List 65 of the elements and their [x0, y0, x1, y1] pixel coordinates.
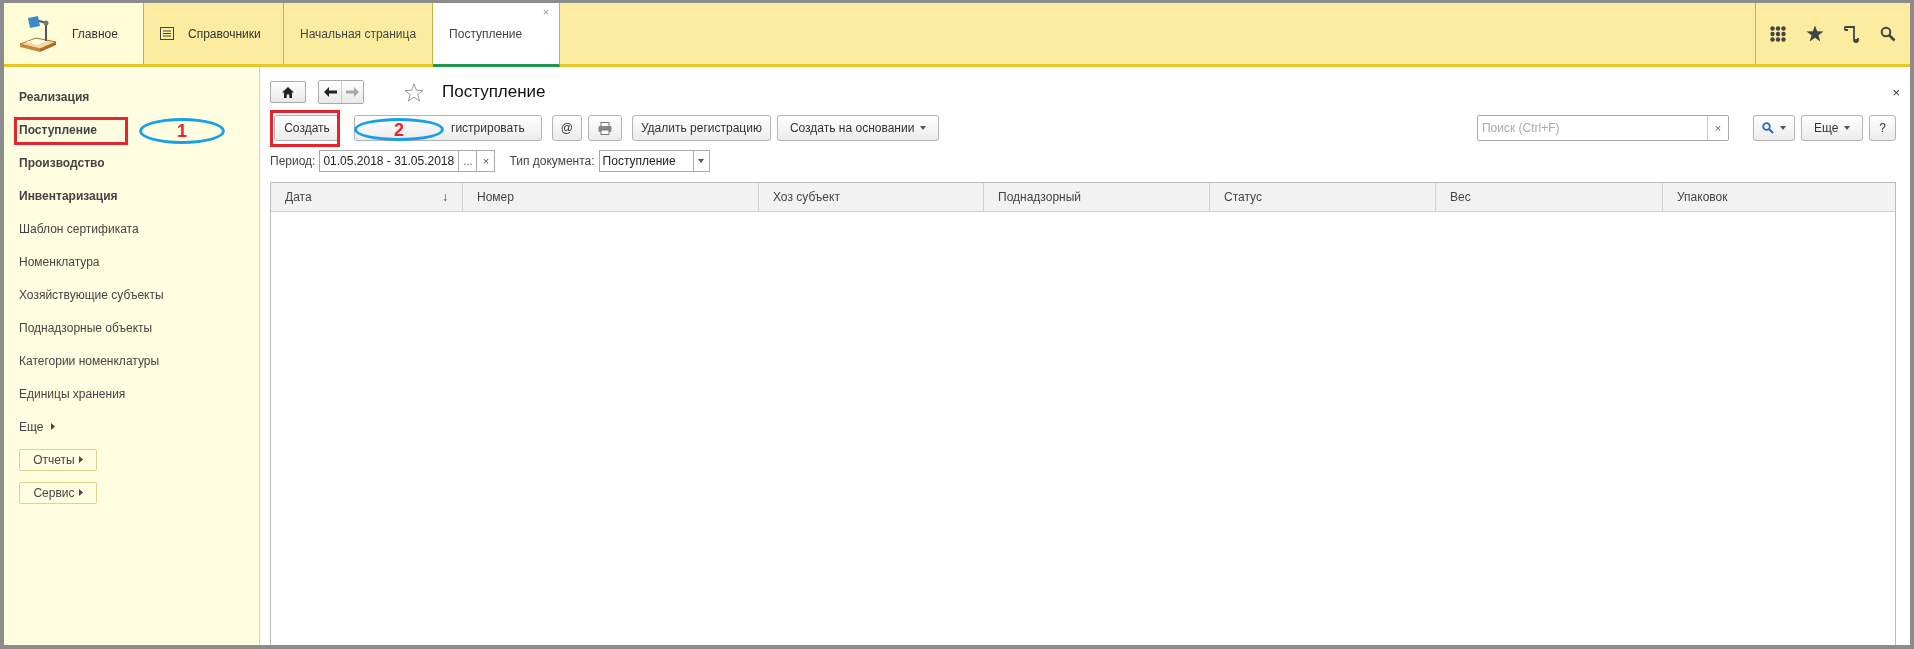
column-header[interactable]: Упаковок — [1677, 190, 1728, 204]
dropdown-icon — [1844, 126, 1851, 130]
caret-icon — [78, 456, 83, 463]
sidebar-item[interactable]: Реализация — [19, 89, 90, 104]
search-icon — [1761, 122, 1774, 134]
help-button[interactable]: ? — [1869, 115, 1896, 141]
sidebar-item[interactable]: Шаблон сертификата — [19, 221, 139, 236]
caret-icon — [51, 423, 56, 430]
caret-icon — [78, 489, 83, 496]
document-type-field[interactable]: Поступление — [598, 150, 694, 172]
back-arrow-icon — [323, 87, 337, 97]
search-field[interactable]: Поиск (Ctrl+F) × — [1476, 115, 1729, 141]
period-label: Период: — [270, 154, 316, 168]
search-icon[interactable] — [1880, 25, 1896, 42]
document-type-label: Тип документа: — [509, 154, 595, 168]
sort-icon[interactable]: ↓ — [442, 190, 448, 204]
sidebar-item[interactable]: Поднадзорные объекты — [19, 320, 153, 335]
back-button[interactable] — [319, 81, 341, 103]
toolbar-button[interactable]: Удалить регистрацию — [631, 115, 771, 141]
select-button[interactable]: ... — [459, 150, 478, 172]
period-field[interactable]: 01.05.2018 - 31.05.2018 — [319, 150, 460, 172]
printer-icon — [597, 121, 612, 135]
more-button[interactable]: Еще — [1800, 115, 1864, 141]
sidebar-button[interactable]: Сервис — [19, 481, 97, 504]
column-header[interactable]: Номер — [477, 190, 514, 204]
print-button[interactable] — [587, 115, 622, 141]
sidebar-button[interactable]: Отчеты — [19, 448, 97, 471]
column-header[interactable]: Статус — [1224, 190, 1262, 204]
column-header[interactable]: Хоз субъект — [773, 190, 840, 204]
tab[interactable]: Поступление × — [433, 3, 561, 67]
callout-badge: 1 — [139, 118, 225, 144]
sidebar-item[interactable]: Хозяйствующие субъекты — [19, 287, 164, 302]
search-menu-button[interactable] — [1752, 115, 1795, 141]
star-icon[interactable] — [404, 82, 424, 102]
sidebar-item[interactable]: Категории номенклатуры — [19, 353, 160, 368]
column-header[interactable]: Вес — [1450, 190, 1471, 204]
grid-icon[interactable] — [1770, 25, 1786, 42]
home-button[interactable] — [270, 81, 306, 103]
toolbar-button[interactable]: Создать — [274, 115, 340, 141]
forward-arrow-icon — [346, 87, 359, 97]
menu-button[interactable]: Создать на основании — [776, 115, 940, 141]
column-header[interactable]: Дата — [285, 190, 312, 204]
section-label: Главное — [72, 26, 118, 41]
dropdown-icon — [1779, 126, 1786, 130]
sidebar-item[interactable]: Инвентаризация — [19, 188, 118, 203]
dropdown-icon — [920, 126, 927, 130]
form-title: Поступление — [442, 82, 546, 102]
column-header[interactable]: Поднадзорный — [998, 190, 1081, 204]
list-icon — [160, 27, 174, 40]
section-label: Справочники — [188, 26, 261, 41]
home-section[interactable]: Главное — [4, 3, 144, 64]
dropdown-icon — [698, 159, 705, 163]
more-link[interactable]: Еще — [19, 419, 44, 434]
toolbar-button[interactable]: @ — [551, 115, 582, 141]
scroll-icon[interactable] — [1844, 24, 1860, 43]
highlight-frame — [270, 110, 340, 147]
sidebar-item[interactable]: Производство — [19, 155, 105, 170]
sidebar-item[interactable]: Поступление — [19, 122, 97, 137]
sidebar-item[interactable]: Номенклатура — [19, 254, 100, 269]
clear-button[interactable]: × — [477, 150, 496, 172]
star-icon[interactable] — [1806, 25, 1824, 42]
sidebar-item[interactable]: Единицы хранения — [19, 386, 126, 401]
catalog-section[interactable]: Справочники — [144, 3, 284, 64]
close-icon[interactable]: × — [1892, 84, 1900, 100]
home-icon — [282, 86, 294, 98]
